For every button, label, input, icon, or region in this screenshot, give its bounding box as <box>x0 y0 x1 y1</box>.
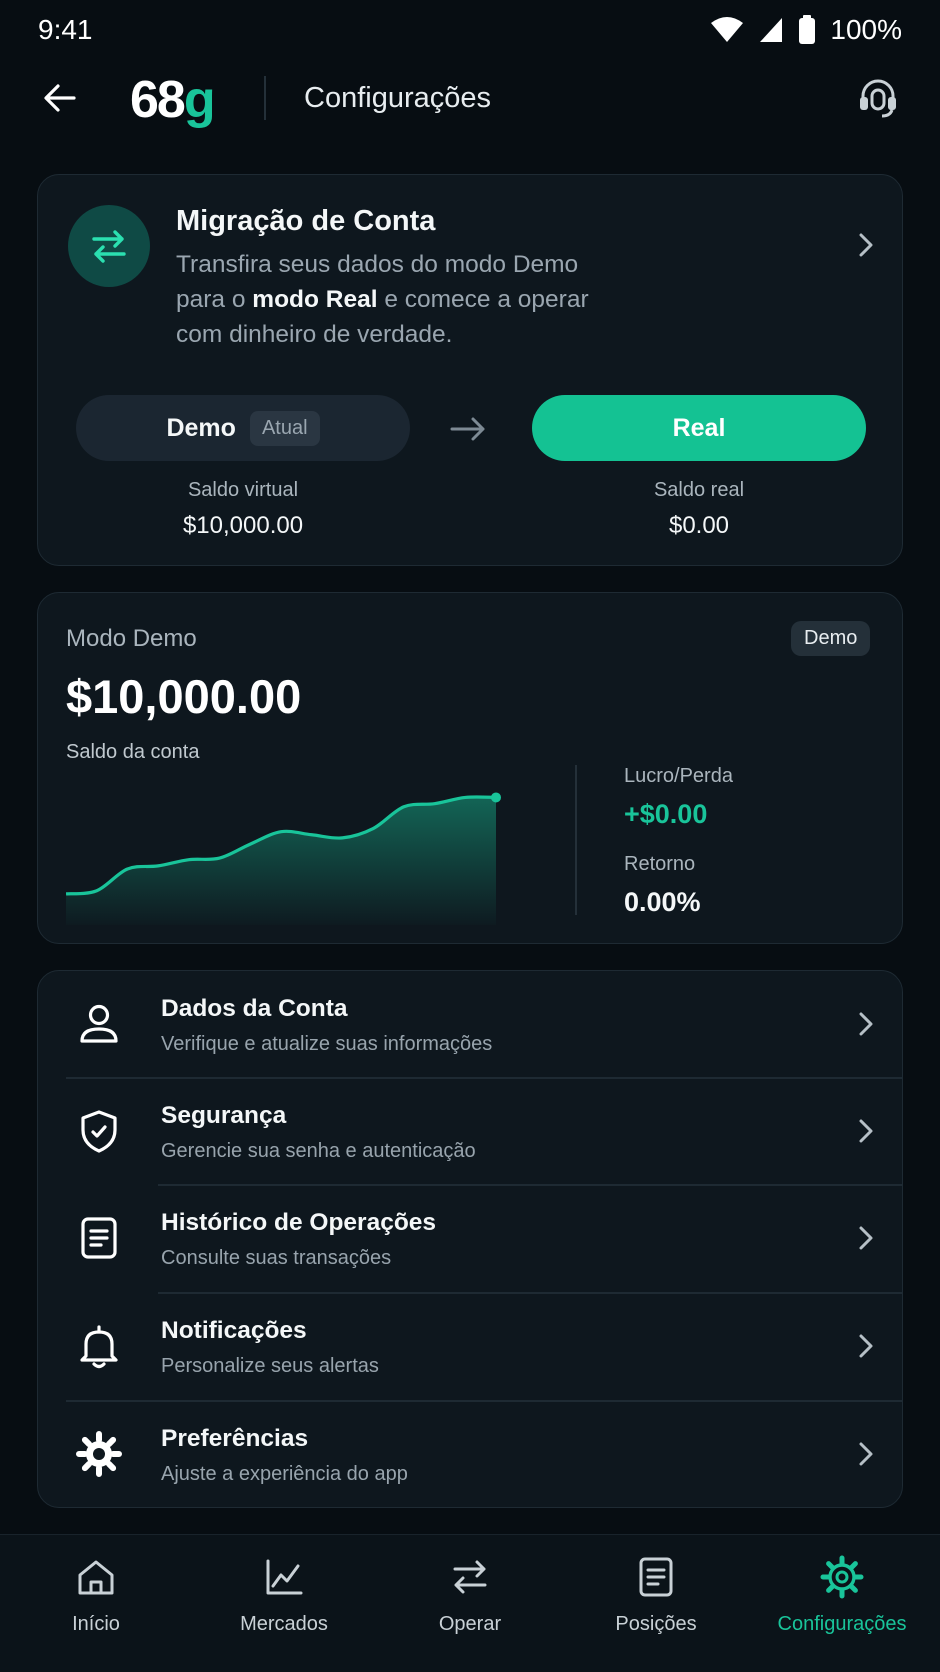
chart-icon <box>266 1559 303 1595</box>
menu-item-title: Histórico de Operações <box>161 1209 437 1236</box>
headset-support-icon[interactable] <box>856 76 900 120</box>
migration-description: Transfira seus dados do modo Demo para o… <box>176 251 589 348</box>
menu-item-subtitle: Ajuste a experiência do app <box>161 1463 408 1485</box>
real-balance-value: $0.00 <box>668 512 730 539</box>
menu-item-notifications[interactable]: Notificações Personalize seus alertas <box>38 1293 902 1400</box>
nav-item-markets[interactable]: Mercados <box>190 1555 378 1655</box>
return-label: Retorno <box>624 853 696 875</box>
migration-title: Migração de Conta <box>176 205 436 237</box>
menu-item-security[interactable]: Segurança Gerencie sua senha e autentica… <box>38 1078 902 1185</box>
chart-divider <box>575 765 577 915</box>
home-icon <box>78 1560 114 1595</box>
battery-level: 100% <box>830 14 902 45</box>
account-migration-card[interactable]: Migração de Conta Transfira seus dados d… <box>37 174 903 566</box>
account-balance: $10,000.00 <box>66 670 302 723</box>
menu-item-title: Notificações <box>161 1317 307 1344</box>
gear-icon <box>820 1555 864 1599</box>
header-divider <box>264 76 266 120</box>
status-icons: 100% <box>710 14 902 46</box>
chart-area-fill <box>66 796 496 925</box>
chevron-right-icon <box>859 1442 873 1466</box>
nav-label: Início <box>72 1613 120 1635</box>
chart-point <box>491 792 501 803</box>
migration-badge <box>68 205 150 287</box>
demo-mode-pill[interactable]: Demo Atual <box>76 395 410 461</box>
virtual-balance-label: Saldo virtual <box>187 479 299 501</box>
menu-item-subtitle: Personalize seus alertas <box>161 1355 379 1377</box>
swap-icon <box>453 1560 487 1594</box>
nav-label: Operar <box>438 1613 502 1635</box>
virtual-balance: Saldo virtual $10,000.00 <box>76 479 410 540</box>
real-mode-button[interactable]: Real <box>532 395 866 461</box>
return-value: 0.00% <box>624 887 701 917</box>
bottom-navigation: Início Mercados Operar Posições Configur… <box>0 1534 940 1672</box>
nav-label: Mercados <box>240 1613 328 1635</box>
nav-item-settings[interactable]: Configurações <box>748 1555 936 1655</box>
gear-icon <box>76 1431 122 1477</box>
menu-item-history[interactable]: Histórico de Operações Consulte suas tra… <box>38 1185 902 1292</box>
settings-menu: Dados da Conta Verifique e atualize suas… <box>37 970 903 1508</box>
app-header: 68g Configurações <box>0 66 940 130</box>
status-time: 9:41 <box>38 14 93 45</box>
menu-item-subtitle: Consulte suas transações <box>161 1247 392 1269</box>
nav-item-trade[interactable]: Operar <box>376 1555 564 1655</box>
demo-account-card: Modo Demo Demo $10,000.00 Saldo da conta… <box>37 592 903 944</box>
menu-item-title: Segurança <box>161 1102 287 1129</box>
user-icon <box>80 1004 118 1043</box>
menu-item-preferences[interactable]: Preferências Ajuste a experiência do app <box>38 1401 902 1507</box>
app-logo: 68g <box>130 71 216 129</box>
demo-mode-label: Demo <box>166 413 236 442</box>
chevron-right-icon <box>859 1012 873 1036</box>
signal-icon <box>760 18 783 42</box>
real-balance-label: Saldo real <box>653 479 745 501</box>
swap-arrows-icon <box>92 230 126 263</box>
battery-icon <box>799 15 816 44</box>
profit-loss-value: +$0.00 <box>624 799 708 829</box>
arrow-right-icon <box>450 417 485 441</box>
nav-label: Posições <box>615 1613 697 1635</box>
document-icon <box>639 1557 673 1597</box>
bell-icon <box>80 1325 118 1369</box>
current-badge: Atual <box>249 410 320 446</box>
back-arrow-icon[interactable] <box>42 80 78 116</box>
nav-item-home[interactable]: Início <box>2 1555 190 1655</box>
chevron-right-icon[interactable] <box>852 231 880 259</box>
page-title: Configurações <box>304 82 491 114</box>
chevron-right-icon <box>859 1119 873 1143</box>
chevron-right-icon <box>859 1226 873 1250</box>
profit-loss-label: Lucro/Perda <box>624 765 733 787</box>
wifi-icon <box>711 17 744 42</box>
virtual-balance-value: $10,000.00 <box>182 512 304 539</box>
nav-label: Configurações <box>777 1613 907 1635</box>
demo-mode-label: Modo Demo <box>66 625 197 652</box>
real-balance: Saldo real $0.00 <box>532 479 866 540</box>
menu-item-title: Dados da Conta <box>161 995 348 1022</box>
menu-item-subtitle: Verifique e atualize suas informações <box>161 1033 493 1055</box>
menu-item-title: Preferências <box>161 1425 309 1452</box>
menu-item-subtitle: Gerencie sua senha e autenticação <box>161 1140 476 1162</box>
menu-item-account-data[interactable]: Dados da Conta Verifique e atualize suas… <box>38 971 902 1078</box>
shield-icon <box>81 1110 117 1153</box>
demo-tag: Demo <box>791 621 871 656</box>
account-balance-label: Saldo da conta <box>66 741 200 763</box>
nav-item-positions[interactable]: Posições <box>562 1555 750 1655</box>
status-bar: 9:41 100% <box>0 0 940 60</box>
chevron-right-icon <box>859 1334 873 1358</box>
balance-area-chart <box>66 792 501 925</box>
document-icon <box>81 1217 117 1259</box>
